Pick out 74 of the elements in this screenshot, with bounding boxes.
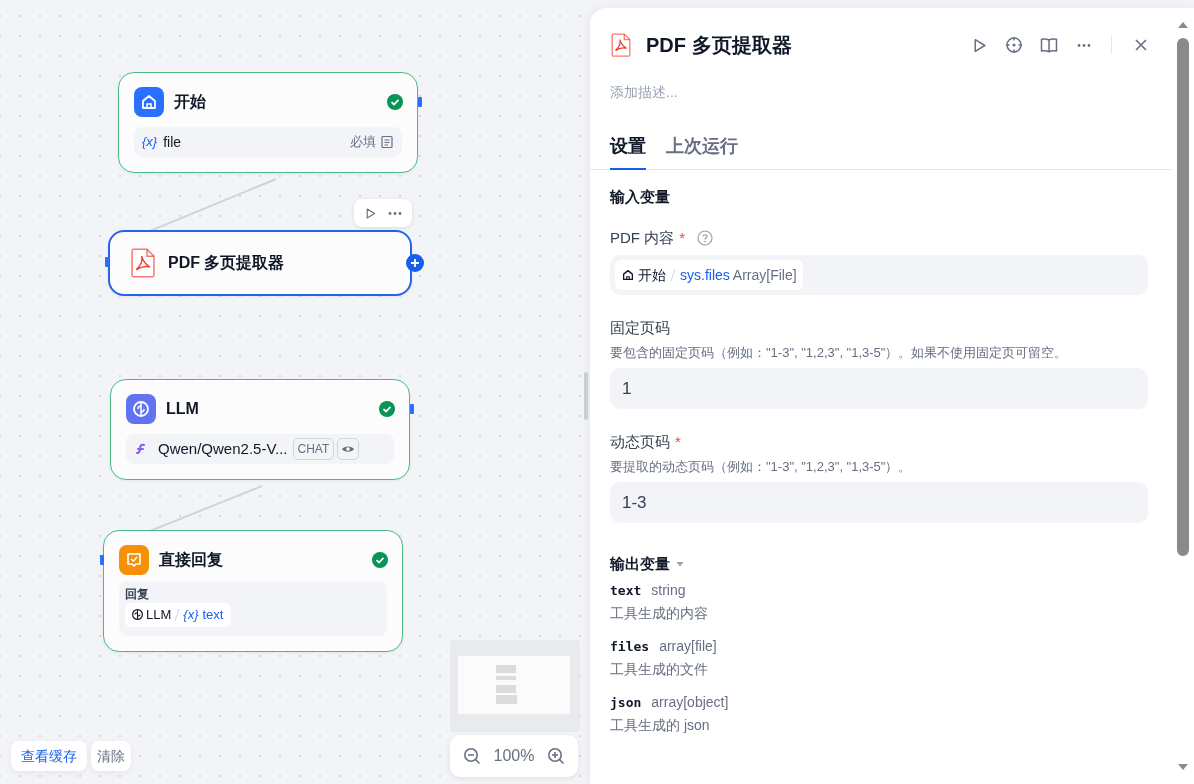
node-title: LLM (166, 399, 200, 419)
variable-prefix: {x} (183, 606, 199, 624)
required-mark: * (675, 432, 681, 452)
zoom-level: 100% (493, 746, 535, 766)
output-name: json (610, 693, 642, 712)
output-description: 工具生成的文件 (610, 659, 709, 679)
input-handle[interactable] (100, 555, 104, 565)
zoom-in-icon (546, 747, 565, 765)
close-icon (1134, 38, 1148, 52)
input-handle[interactable] (105, 257, 109, 267)
message-check-icon (119, 545, 149, 575)
field-label: 回复 (125, 586, 150, 603)
variable-name: file (163, 132, 182, 152)
workflow-node[interactable]: PDF 多页提取器 (108, 230, 412, 296)
section-title: 输入变量 (610, 187, 671, 207)
field-label: 动态页码 (610, 432, 670, 452)
brain-icon (126, 394, 156, 424)
output-type: array[object] (651, 692, 729, 712)
crosshair-icon (1005, 36, 1023, 54)
section-title: 输出变量 (610, 554, 670, 574)
resize-handle[interactable] (584, 372, 588, 420)
book-icon (1040, 36, 1058, 54)
output-type: array[file] (659, 636, 717, 656)
help-icon[interactable] (697, 229, 713, 246)
field-description: 要包含的固定页码（例如："1-3", "1,2,3", "1,3-5"）。如果不使用固定页可留空。 (610, 343, 1069, 362)
tab[interactable]: 设置 (610, 133, 646, 170)
output-handle[interactable] (410, 404, 414, 414)
pdf-file-icon (610, 32, 632, 58)
model-name: Qwen/Qwen2.5-V... (158, 438, 288, 459)
zoom-out-icon (463, 747, 482, 765)
variable-prefix: {x} (142, 133, 158, 152)
output-description: 工具生成的内容 (610, 603, 709, 623)
text-field[interactable]: 1 (610, 368, 1148, 409)
field-label: PDF 内容 (610, 227, 675, 248)
view-cache-button[interactable]: 查看缓存 (11, 741, 87, 771)
node-title: 直接回复 (159, 550, 224, 570)
separator-icon (173, 606, 182, 623)
output-handle[interactable] (418, 97, 422, 107)
variable-type: Array[File] (732, 265, 797, 285)
output-name: files (610, 637, 650, 656)
panel-title: PDF 多页提取器 (646, 33, 793, 58)
variable-name: sys.files (680, 265, 730, 285)
brain-icon (131, 608, 144, 622)
node-name: LLM (146, 606, 172, 624)
description-field[interactable]: 添加描述... (610, 82, 1152, 103)
node-title: 开始 (174, 92, 207, 112)
separator-icon (669, 267, 677, 283)
add-icon[interactable] (406, 254, 424, 272)
variable-selector[interactable]: 开始 sys.files Array[File] (610, 255, 1148, 295)
more-icon (1075, 43, 1093, 47)
pdf-file-icon (128, 248, 158, 278)
model-icon (134, 442, 148, 456)
mode-tag: CHAT (292, 438, 335, 460)
workflow-node[interactable]: 直接回复 回复 LLM {x} text (103, 530, 403, 653)
workflow-node[interactable]: 开始 {x} file 必填 (118, 72, 418, 173)
output-name: text (610, 581, 642, 600)
required-tag: 必填 (350, 132, 376, 152)
clear-button[interactable]: 清除 (91, 741, 131, 771)
field-description: 要提取的动态页码（例如："1-3", "1,2,3", "1,3-5"）。 (610, 457, 913, 476)
workflow-node[interactable]: LLM Qwen/Qwen2.5-V... CHAT (110, 379, 410, 480)
required-mark: * (679, 227, 685, 248)
output-type: string (651, 580, 686, 600)
tab[interactable]: 上次运行 (666, 133, 738, 170)
home-icon (621, 268, 635, 282)
home-icon (134, 87, 164, 117)
output-description: 工具生成的 json (610, 715, 711, 735)
variable-name: text (202, 606, 224, 624)
more-icon (387, 211, 403, 215)
document-icon (380, 135, 394, 149)
field-label: 固定页码 (610, 318, 670, 338)
text-field[interactable]: 1-3 (610, 482, 1148, 523)
node-title: PDF 多页提取器 (168, 253, 286, 273)
node-name: 开始 (638, 265, 666, 285)
locate-button[interactable] (1003, 34, 1025, 56)
